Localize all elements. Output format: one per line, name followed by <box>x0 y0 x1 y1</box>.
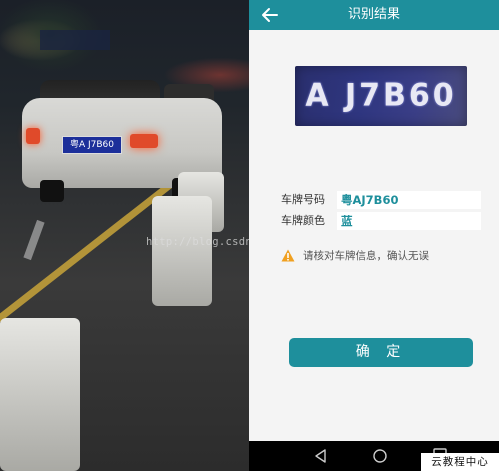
page-title: 识别结果 <box>347 7 400 22</box>
app-bar: 识别结果 <box>249 0 499 30</box>
plate-number-label: 车牌号码 <box>281 193 325 206</box>
watermark-url: http://blog.csdn.net/Amilia2017 <box>146 236 249 248</box>
car-wheel-left <box>40 180 64 202</box>
arrow-left-icon[interactable] <box>261 6 279 24</box>
nav-back-icon[interactable] <box>313 448 329 464</box>
warning-icon <box>281 249 295 262</box>
plate-image-text: A J7B60 <box>305 77 457 114</box>
brand-badge: 云教程中心 <box>421 453 499 471</box>
confirm-button[interactable]: 确 定 <box>289 338 473 367</box>
traffic-barrier <box>152 196 212 306</box>
car-photo: 粤A J7B60 http://blog.csdn.net/Amilia2017 <box>0 0 249 471</box>
tail-light-right <box>130 134 158 148</box>
phone-screen: 识别结果 A J7B60 车牌号码 粤AJ7B60 车牌颜色 蓝 请核对车牌信息… <box>249 0 499 471</box>
plate-color-label: 车牌颜色 <box>281 214 325 227</box>
plate-color-row: 车牌颜色 蓝 <box>281 212 481 230</box>
plate-number-value: 粤AJ7B60 <box>337 191 481 209</box>
plate-color-value: 蓝 <box>337 212 481 230</box>
traffic-barrier <box>0 318 80 471</box>
notice-text: 请核对车牌信息，确认无误 <box>303 250 429 262</box>
storefront-background <box>40 30 110 50</box>
recognized-plate-image: A J7B60 <box>295 66 467 126</box>
road-white-mark <box>23 219 45 261</box>
nav-home-icon[interactable] <box>372 448 388 464</box>
car-license-plate: 粤A J7B60 <box>62 136 122 154</box>
tail-light-left <box>26 128 40 144</box>
plate-number-row: 车牌号码 粤AJ7B60 <box>281 191 481 209</box>
verify-notice: 请核对车牌信息，确认无误 <box>281 248 491 264</box>
